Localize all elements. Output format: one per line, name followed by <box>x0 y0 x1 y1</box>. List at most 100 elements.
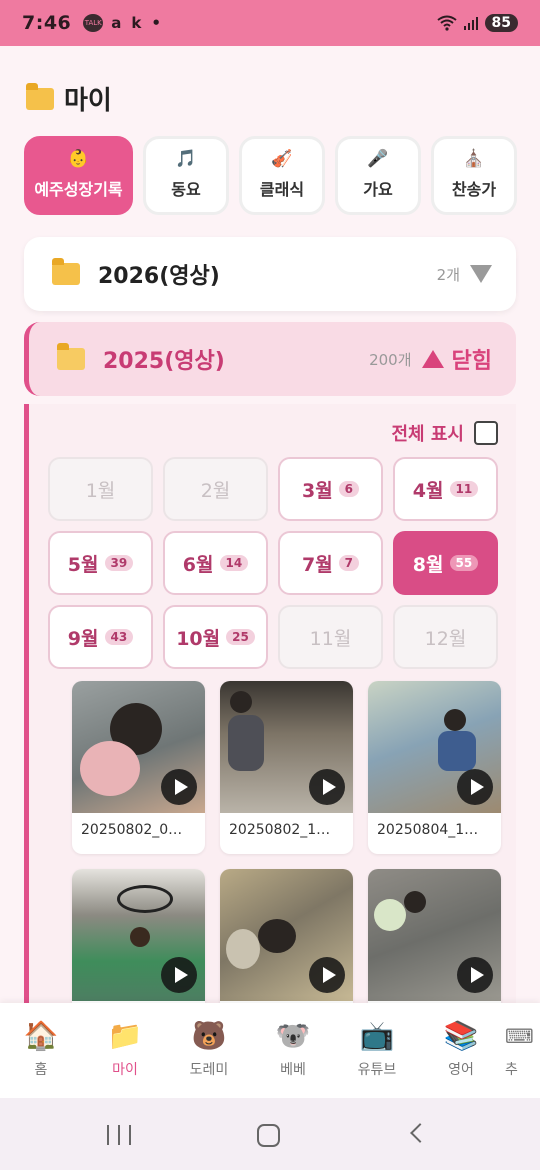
month-count-badge: 14 <box>219 555 249 571</box>
video-thumbnail[interactable] <box>72 869 205 1001</box>
microphone-icon: 🎤 <box>367 149 389 169</box>
year-folder-2026[interactable]: 2026(영상) 2개 <box>24 237 516 311</box>
play-icon[interactable] <box>309 957 345 993</box>
violin-icon: 🎻 <box>271 149 293 169</box>
battery-level: 85 <box>484 14 518 32</box>
play-icon[interactable] <box>161 957 197 993</box>
month-button-7[interactable]: 7월 7 <box>278 531 383 595</box>
nav-label: 마이 <box>112 1062 138 1078</box>
month-label: 1월 <box>85 479 116 502</box>
nav-english[interactable]: 📚 영어 <box>426 1019 496 1079</box>
video-card[interactable]: 20250802_0… <box>72 681 205 854</box>
show-all-toggle[interactable]: 전체 표시 <box>391 420 498 446</box>
baby-icon: 👶 <box>67 149 90 169</box>
month-button-1: 1월 <box>48 457 153 521</box>
month-button-8[interactable]: 8월 55 <box>393 531 498 595</box>
month-button-6[interactable]: 6월 14 <box>163 531 268 595</box>
month-button-5[interactable]: 5월 39 <box>48 531 153 595</box>
nav-my[interactable]: 📁 마이 <box>90 1019 160 1079</box>
month-button-10[interactable]: 10월 25 <box>163 605 268 669</box>
nav-home[interactable]: 🏠 홈 <box>6 1019 76 1079</box>
month-count-badge: 55 <box>449 555 479 571</box>
house-icon: 🏠 <box>23 1019 59 1052</box>
year-folder-count: 2개 <box>436 265 460 284</box>
page-title-text: 마이 <box>64 86 112 116</box>
home-button-icon[interactable] <box>257 1124 280 1147</box>
show-all-label: 전체 표시 <box>391 424 464 445</box>
video-thumbnail[interactable] <box>72 681 205 813</box>
category-hymns-button[interactable]: ⛪ 찬송가 <box>431 136 517 215</box>
signal-icon <box>463 17 478 30</box>
bottom-nav: 🏠 홈 📁 마이 🐻 도레미 🐨 베베 📺 유튜브 📚 영어 ⌨ 추 <box>0 1003 540 1098</box>
year-folder-label: 2026(영상) <box>98 264 220 289</box>
category-classical-button[interactable]: 🎻 클래식 <box>239 136 325 215</box>
month-label: 8월 <box>412 553 444 576</box>
status-bar: 7:46 TALK a k • 85 <box>0 0 540 46</box>
back-icon[interactable] <box>410 1123 430 1143</box>
collapse-arrow-icon[interactable] <box>421 350 444 368</box>
wifi-icon <box>436 15 457 31</box>
notification-dot-icon: • <box>151 14 161 32</box>
folder-icon <box>52 258 80 285</box>
video-thumbnail[interactable] <box>368 869 501 1001</box>
month-label: 5월 <box>67 553 99 576</box>
video-card[interactable]: 20250804_1… <box>368 681 501 854</box>
recent-apps-icon[interactable] <box>107 1125 131 1145</box>
month-button-3[interactable]: 3월 6 <box>278 457 383 521</box>
month-count-badge: 25 <box>226 629 255 645</box>
month-label: 6월 <box>182 553 214 576</box>
category-label: 가요 <box>363 180 393 199</box>
play-icon[interactable] <box>457 957 493 993</box>
video-thumbnail[interactable] <box>220 869 353 1001</box>
video-thumbnail[interactable] <box>220 681 353 813</box>
expand-arrow-icon[interactable] <box>470 265 492 283</box>
tv-icon: 📺 <box>359 1019 395 1052</box>
open-folder-icon <box>57 343 85 370</box>
nav-label: 추 <box>505 1062 518 1078</box>
nav-youtube[interactable]: 📺 유튜브 <box>342 1019 412 1079</box>
nav-label: 유튜브 <box>357 1062 397 1078</box>
month-button-9[interactable]: 9월 43 <box>48 605 153 669</box>
category-label: 클래식 <box>259 180 305 199</box>
nav-more[interactable]: ⌨ 추 <box>505 1019 540 1079</box>
month-button-4[interactable]: 4월 11 <box>393 457 498 521</box>
nav-label: 홈 <box>34 1062 48 1078</box>
month-count-badge: 7 <box>338 555 360 571</box>
play-icon[interactable] <box>309 769 345 805</box>
folder-icon <box>26 82 54 110</box>
show-all-checkbox[interactable] <box>474 421 498 445</box>
books-icon: 📚 <box>443 1019 479 1052</box>
church-icon: ⛪ <box>463 149 485 169</box>
month-count-badge: 43 <box>104 629 134 645</box>
system-nav-bar <box>0 1098 540 1170</box>
month-button-12: 12월 <box>393 605 498 669</box>
video-card[interactable]: 20250802_1… <box>220 681 353 854</box>
play-icon[interactable] <box>161 769 197 805</box>
category-kpop-button[interactable]: 🎤 가요 <box>335 136 421 215</box>
play-icon[interactable] <box>457 769 493 805</box>
kakaotalk-icon: TALK <box>83 14 104 32</box>
year-folder-count: 200개 <box>369 350 412 369</box>
folder-icon: 📁 <box>107 1019 143 1052</box>
month-count-badge: 11 <box>449 481 479 497</box>
status-time: 7:46 <box>22 12 72 34</box>
nav-doremi[interactable]: 🐻 도레미 <box>174 1019 244 1079</box>
year-folder-2025[interactable]: 2025(영상) 200개 닫힘 <box>24 322 516 396</box>
category-growth-record-button[interactable]: 👶 예주성장기록 <box>24 136 133 215</box>
bear-icon: 🐻 <box>191 1019 227 1052</box>
app-a-icon: a <box>111 14 122 32</box>
month-count-badge: 6 <box>338 481 360 497</box>
nav-bebe[interactable]: 🐨 베베 <box>258 1019 328 1079</box>
category-tabs: 👶 예주성장기록 🎵 동요 🎻 클래식 🎤 가요 ⛪ 찬송가 <box>24 136 517 215</box>
keyboard-icon: ⌨ <box>505 1024 534 1048</box>
page-title: 마이 <box>26 80 112 117</box>
month-label: 4월 <box>412 479 444 502</box>
month-label: 11월 <box>309 627 352 650</box>
category-nursery-rhymes-button[interactable]: 🎵 동요 <box>143 136 229 215</box>
month-count-badge: 39 <box>104 555 134 571</box>
video-filename: 20250802_0… <box>81 822 183 838</box>
month-label: 7월 <box>301 553 333 576</box>
collapse-button[interactable]: 닫힘 <box>452 343 492 375</box>
year-2025-panel: 전체 표시 1월 2월 3월 6 4월 11 5월 39 6월 14 7월 7 8월 55 … <box>24 404 516 1042</box>
video-thumbnail[interactable] <box>368 681 501 813</box>
